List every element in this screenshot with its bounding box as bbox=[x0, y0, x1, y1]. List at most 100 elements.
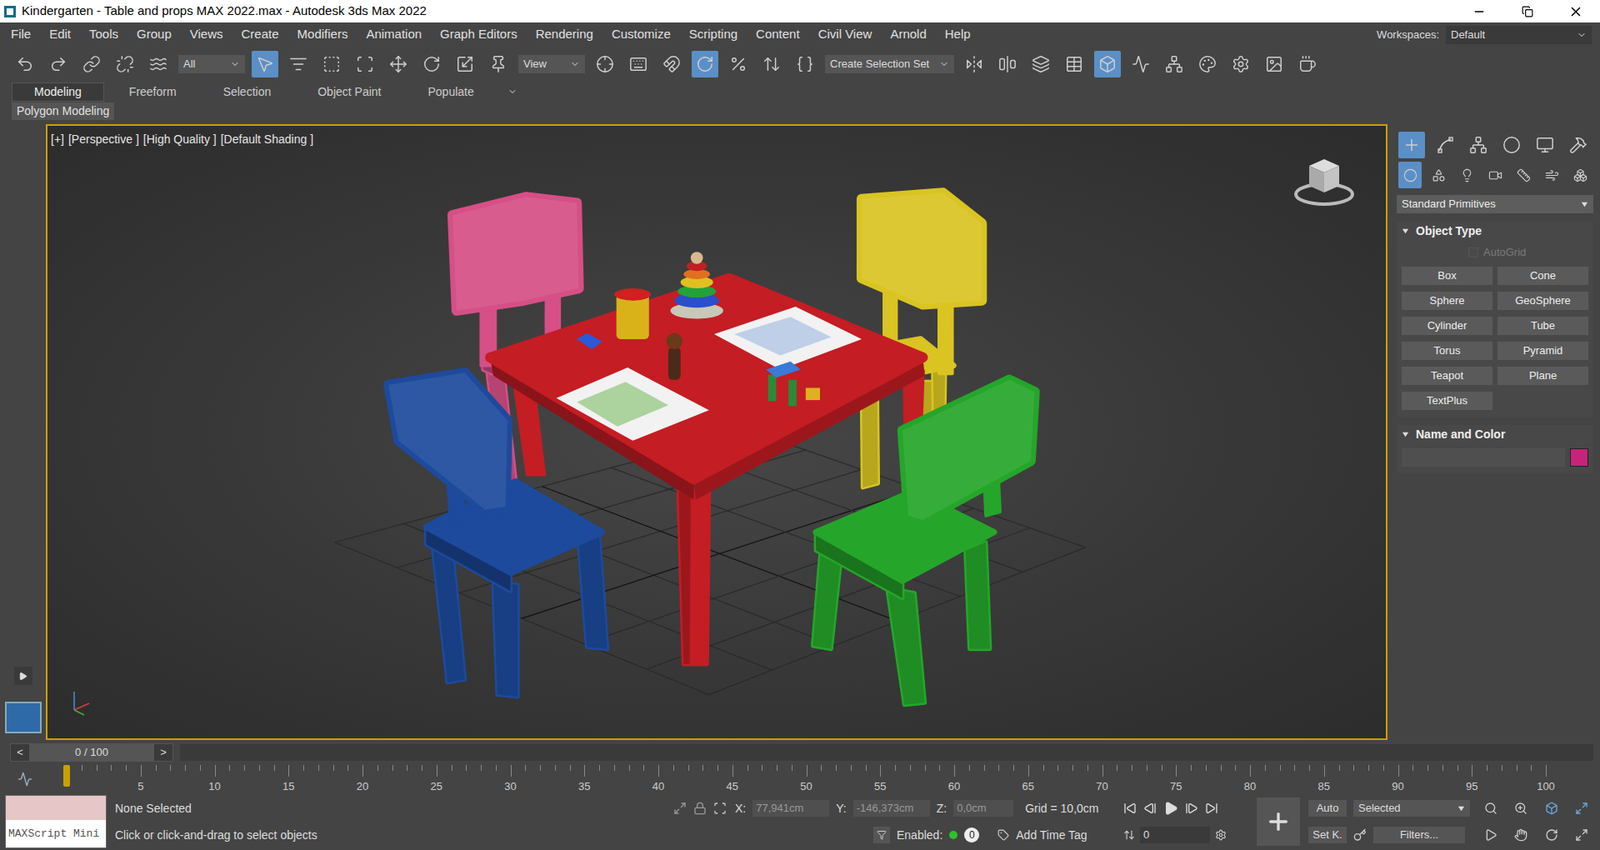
hierarchy-tab[interactable] bbox=[1465, 131, 1492, 159]
ribbon-tab[interactable]: Freeform bbox=[107, 82, 199, 101]
percent-snap-button[interactable] bbox=[725, 50, 752, 78]
primitive-button[interactable]: Plane bbox=[1497, 366, 1589, 385]
scene-render[interactable] bbox=[47, 125, 1386, 739]
bind-spacewarp-button[interactable] bbox=[145, 50, 172, 78]
viewport-label-item[interactable]: [High Quality ] bbox=[143, 130, 217, 149]
menu-item[interactable]: Content bbox=[746, 25, 810, 45]
zoom-extents-icon[interactable] bbox=[1545, 801, 1559, 815]
menu-item[interactable]: File bbox=[1, 25, 40, 45]
set-key-button[interactable]: Set K. bbox=[1308, 826, 1347, 844]
key-mode-icon[interactable] bbox=[1353, 828, 1367, 842]
green-chair[interactable] bbox=[812, 380, 1035, 705]
menu-item[interactable]: Scripting bbox=[680, 25, 747, 45]
mini-curve-editor-button[interactable] bbox=[0, 771, 50, 787]
menu-item[interactable]: Civil View bbox=[809, 25, 882, 45]
viewport-label-item[interactable]: [Perspective ] bbox=[68, 130, 140, 149]
helpers-category[interactable] bbox=[1511, 161, 1535, 189]
ribbon-tab[interactable]: Object Paint bbox=[295, 82, 403, 101]
time-configuration-icon[interactable] bbox=[1215, 829, 1227, 841]
ribbon-options-button[interactable] bbox=[507, 86, 518, 97]
menu-item[interactable]: Modifiers bbox=[288, 25, 358, 45]
set-key-big-button[interactable] bbox=[1256, 797, 1300, 846]
selection-set-dropdown[interactable]: Create Selection Set bbox=[825, 55, 955, 74]
object-name-field[interactable] bbox=[1401, 448, 1565, 467]
auto-key-button[interactable]: Auto bbox=[1308, 800, 1347, 817]
menu-item[interactable]: Edit bbox=[40, 25, 80, 45]
expand-viewport-layouts-button[interactable] bbox=[14, 666, 33, 685]
track-ruler[interactable]: 5101520253035404550556065707580859095100 bbox=[60, 763, 1560, 795]
field-of-view-icon[interactable] bbox=[1484, 828, 1498, 842]
align-button[interactable] bbox=[994, 50, 1021, 78]
link-button[interactable] bbox=[78, 50, 105, 78]
orbit-icon[interactable] bbox=[1545, 828, 1559, 842]
schematic-view-button[interactable] bbox=[1160, 50, 1188, 78]
spinner-snap-button[interactable] bbox=[758, 50, 785, 78]
modify-tab[interactable] bbox=[1431, 131, 1459, 159]
viewport-layout-thumbnail[interactable] bbox=[5, 701, 42, 734]
close-button[interactable] bbox=[1551, 0, 1600, 23]
rotate-button[interactable] bbox=[418, 50, 445, 78]
zoom-extents-all-icon[interactable] bbox=[1575, 801, 1589, 815]
utilities-tab[interactable] bbox=[1565, 131, 1592, 159]
primitive-button[interactable]: Cylinder bbox=[1401, 316, 1493, 335]
viewport[interactable]: [+][Perspective ][High Quality ][Default… bbox=[45, 124, 1388, 740]
primitive-button[interactable]: Tube bbox=[1497, 316, 1589, 335]
primitive-button[interactable]: GeoSphere bbox=[1497, 291, 1589, 310]
render-button[interactable] bbox=[1294, 50, 1321, 78]
systems-category[interactable] bbox=[1568, 161, 1592, 189]
viewport-label-item[interactable]: [+] bbox=[50, 130, 65, 149]
pan-icon[interactable] bbox=[1514, 828, 1528, 842]
cameras-category[interactable] bbox=[1483, 161, 1507, 189]
category-dropdown[interactable]: Standard Primitives bbox=[1396, 195, 1594, 214]
snaps-button[interactable] bbox=[658, 50, 685, 78]
table[interactable] bbox=[490, 278, 925, 665]
primitive-button[interactable]: Torus bbox=[1401, 341, 1493, 360]
current-frame-spinner[interactable]: 0 bbox=[1140, 826, 1210, 844]
menu-item[interactable]: Arnold bbox=[880, 25, 935, 45]
geometry-category[interactable] bbox=[1398, 161, 1422, 189]
zoom-all-icon[interactable] bbox=[1514, 801, 1528, 815]
absolute-mode-icon[interactable] bbox=[713, 801, 727, 815]
create-tab[interactable] bbox=[1398, 131, 1425, 159]
lights-category[interactable] bbox=[1455, 161, 1479, 189]
keyboard-shortcut-button[interactable] bbox=[625, 50, 652, 78]
viewport-label-item[interactable]: [Default Shading ] bbox=[220, 130, 314, 149]
enabled-indicator[interactable] bbox=[949, 830, 958, 840]
menu-item[interactable]: Group bbox=[127, 25, 181, 45]
window-crossing-button[interactable] bbox=[351, 50, 379, 78]
time-config-icon[interactable] bbox=[1123, 829, 1135, 841]
primitive-button[interactable]: TextPlus bbox=[1401, 391, 1493, 410]
isolate-icon[interactable] bbox=[673, 801, 687, 815]
scene-explorer-button[interactable] bbox=[1060, 50, 1088, 78]
y-field[interactable]: -146,373cm bbox=[853, 800, 930, 817]
rendered-frame-button[interactable] bbox=[1260, 50, 1288, 78]
material-editor-button[interactable] bbox=[1194, 50, 1221, 78]
primitive-button[interactable]: Sphere bbox=[1401, 291, 1493, 310]
motion-tab[interactable] bbox=[1498, 131, 1525, 159]
menu-item[interactable]: Rendering bbox=[526, 25, 603, 45]
maximize-viewport-icon[interactable] bbox=[1575, 828, 1589, 842]
time-slider-thumb[interactable]: 0 / 100 bbox=[29, 744, 155, 761]
pivot-button[interactable] bbox=[591, 50, 619, 78]
current-frame-marker[interactable] bbox=[63, 765, 70, 787]
key-filter-dropdown[interactable]: Selected bbox=[1353, 800, 1470, 817]
spacewarps-category[interactable] bbox=[1540, 161, 1564, 189]
menu-item[interactable]: Help bbox=[935, 25, 980, 45]
menu-item[interactable]: Create bbox=[232, 25, 289, 45]
move-button[interactable] bbox=[385, 50, 412, 78]
redo-button[interactable] bbox=[45, 50, 72, 78]
shapes-category[interactable] bbox=[1426, 161, 1450, 189]
primitive-button[interactable]: Cone bbox=[1497, 266, 1589, 285]
place-button[interactable] bbox=[485, 50, 512, 78]
z-field[interactable]: 0,0cm bbox=[953, 800, 1014, 817]
mirror-button[interactable] bbox=[960, 50, 988, 78]
menu-item[interactable]: Customize bbox=[602, 25, 680, 45]
polygon-modeling-panel[interactable]: Polygon Modeling bbox=[11, 102, 115, 120]
primitive-button[interactable]: Box bbox=[1401, 266, 1493, 285]
curve-editor-button[interactable] bbox=[1127, 50, 1155, 78]
time-next-button[interactable]: > bbox=[154, 744, 173, 761]
angle-snap-button[interactable] bbox=[691, 50, 719, 78]
selection-filter-dropdown[interactable]: All bbox=[178, 55, 245, 74]
add-time-tag[interactable]: Add Time Tag bbox=[1015, 826, 1087, 845]
next-frame-icon[interactable] bbox=[1185, 801, 1199, 815]
